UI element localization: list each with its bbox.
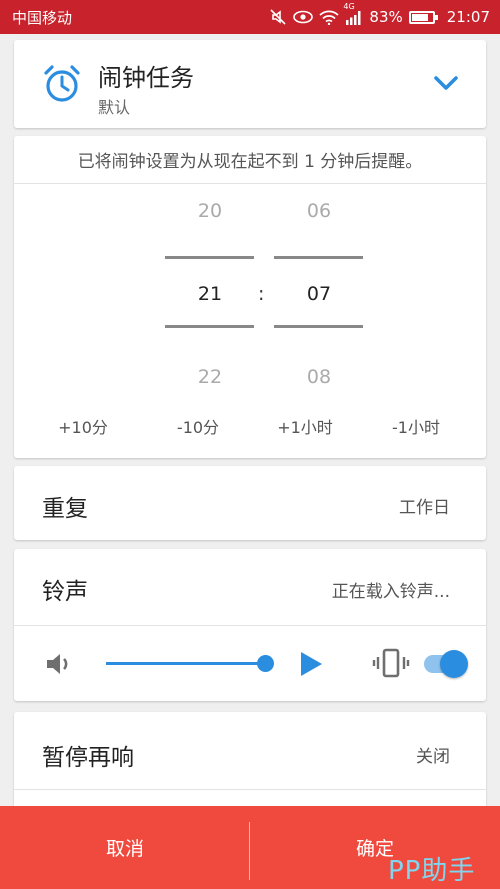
plus-10-min-button[interactable]: +10分 bbox=[24, 414, 142, 438]
repeat-value: 工作日 bbox=[399, 498, 450, 518]
network-badge: 4G bbox=[343, 1, 355, 11]
wifi-icon bbox=[319, 10, 340, 25]
hour-selected[interactable]: 21 bbox=[165, 283, 255, 305]
vibrate-toggle[interactable] bbox=[424, 650, 468, 678]
hour-highlight-bottom bbox=[165, 325, 254, 328]
volume-slider-track[interactable] bbox=[106, 662, 266, 665]
task-title: 闹钟任务 bbox=[98, 64, 194, 92]
snooze-divider bbox=[14, 789, 486, 790]
repeat-label: 重复 bbox=[42, 496, 88, 522]
mute-icon bbox=[269, 9, 287, 25]
plus-1-hour-button[interactable]: +1小时 bbox=[246, 414, 364, 438]
alarm-task-card[interactable]: 闹钟任务 默认 bbox=[14, 40, 486, 128]
alarm-notice: 已将闹钟设置为从现在起不到 1 分钟后提醒。 bbox=[14, 136, 486, 184]
repeat-row[interactable]: 重复 工作日 bbox=[14, 466, 486, 540]
signal-icon: 4G bbox=[343, 2, 363, 25]
battery-percent: 83% bbox=[369, 8, 403, 26]
minute-next[interactable]: 08 bbox=[274, 366, 364, 388]
volume-icon bbox=[47, 654, 68, 674]
watermark-logo: PP助手 bbox=[388, 856, 476, 886]
snooze-label: 暂停再响 bbox=[42, 745, 134, 771]
ringtone-label: 铃声 bbox=[42, 579, 88, 605]
minute-highlight-top bbox=[274, 256, 363, 259]
snooze-value: 关闭 bbox=[416, 747, 450, 767]
chevron-down-icon[interactable] bbox=[432, 72, 460, 94]
hour-highlight-top bbox=[165, 256, 254, 259]
status-bar: 中国移动 4G 83% 21:07 bbox=[0, 0, 500, 34]
minute-selected[interactable]: 07 bbox=[274, 283, 364, 305]
time-separator: : bbox=[258, 283, 265, 305]
action-separator bbox=[249, 822, 250, 880]
cancel-button[interactable]: 取消 bbox=[0, 806, 250, 889]
battery-icon bbox=[408, 10, 438, 24]
task-subtitle: 默认 bbox=[98, 98, 131, 117]
eye-icon bbox=[293, 10, 314, 24]
hour-prev[interactable]: 20 bbox=[165, 200, 255, 222]
ringtone-divider bbox=[14, 625, 486, 626]
minute-prev[interactable]: 06 bbox=[274, 200, 364, 222]
carrier-label: 中国移动 bbox=[12, 8, 73, 27]
status-time: 21:07 bbox=[446, 8, 490, 26]
vibrate-toggle-knob bbox=[440, 650, 468, 678]
volume-slider-thumb[interactable] bbox=[257, 655, 274, 672]
play-icon[interactable] bbox=[298, 650, 324, 678]
minus-10-min-button[interactable]: -10分 bbox=[139, 414, 257, 438]
vibrate-icon bbox=[372, 648, 410, 678]
ringtone-row[interactable]: 铃声 正在载入铃声... bbox=[14, 549, 486, 625]
time-picker-card: 已将闹钟设置为从现在起不到 1 分钟后提醒。 20 06 21 : 07 22 … bbox=[14, 136, 486, 458]
alarm-clock-icon bbox=[44, 65, 80, 102]
minute-highlight-bottom bbox=[274, 325, 363, 328]
ringtone-value: 正在载入铃声... bbox=[331, 582, 450, 602]
status-icons: 4G 83% 21:07 bbox=[269, 2, 490, 26]
ringtone-card: 铃声 正在载入铃声... bbox=[14, 549, 486, 701]
hour-next[interactable]: 22 bbox=[165, 366, 255, 388]
minus-1-hour-button[interactable]: -1小时 bbox=[357, 414, 475, 438]
